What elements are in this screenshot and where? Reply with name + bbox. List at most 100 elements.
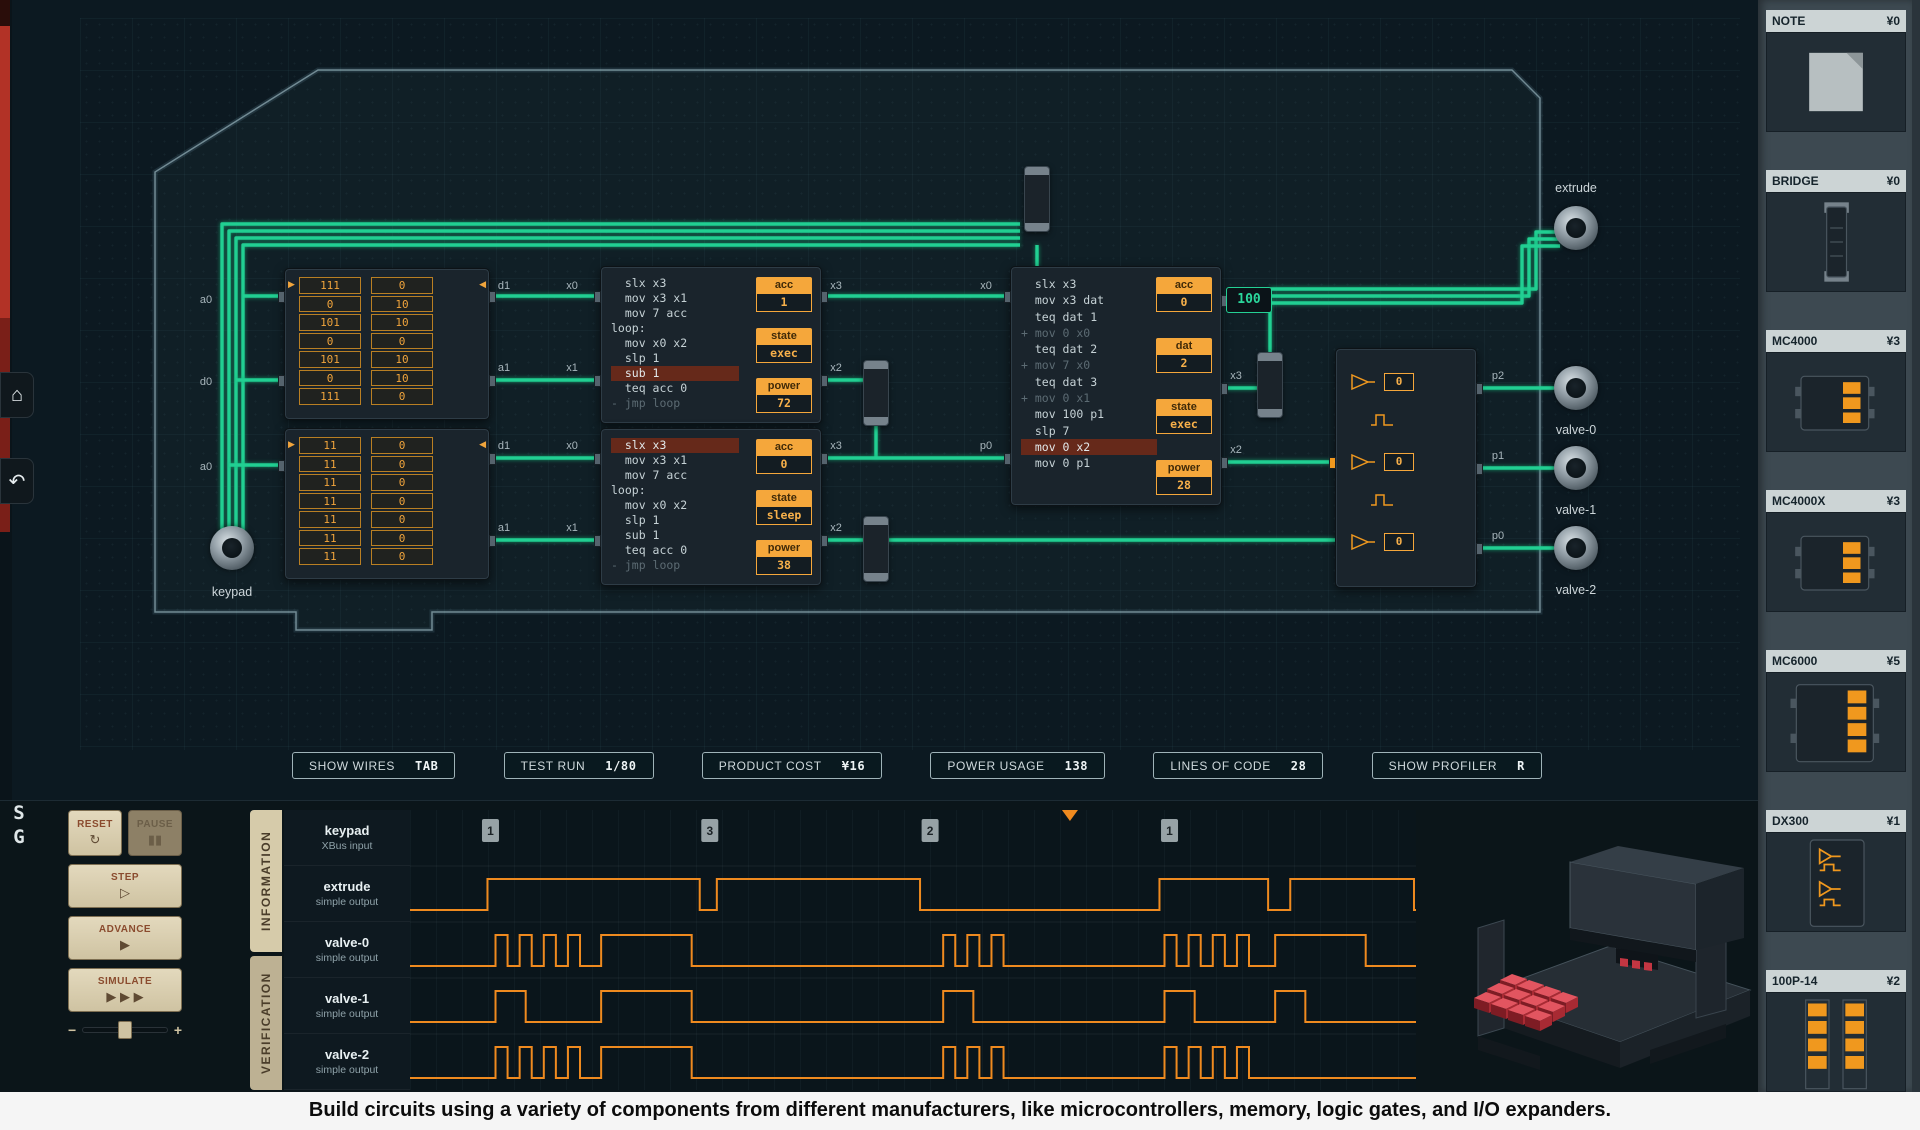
undo-button[interactable]: ↶ (0, 458, 34, 504)
memory-cell[interactable]: 101 (299, 351, 361, 368)
code-editor[interactable]: slx x3 mov x3 x1 mov 7 accloop: mov x0 x… (611, 438, 739, 573)
memory-cell[interactable]: 0 (371, 333, 433, 350)
home-button[interactable]: ⌂ (0, 372, 34, 418)
memory-cell[interactable]: 11 (299, 493, 361, 510)
memory-cell[interactable]: 11 (299, 456, 361, 473)
code-line[interactable]: - jmp loop (611, 558, 739, 573)
code-line[interactable]: mov 0 x2 (1021, 439, 1157, 455)
palette-item-mc4000[interactable]: MC4000¥3 (1766, 330, 1906, 452)
memory-cell[interactable]: 11 (299, 474, 361, 491)
palette-item-note[interactable]: NOTE¥0 (1766, 10, 1906, 132)
code-line[interactable]: slx x3 (611, 276, 739, 291)
memory-cell[interactable]: 111 (299, 388, 361, 405)
speed-slider[interactable]: − + (68, 1022, 182, 1038)
memory-cell[interactable]: 10 (371, 314, 433, 331)
code-editor[interactable]: slx x3 mov x3 dat teq dat 1+ mov 0 x0 te… (1021, 276, 1157, 472)
code-line[interactable]: mov 100 p1 (1021, 406, 1157, 422)
memory-cell[interactable]: 11 (299, 511, 361, 528)
code-line[interactable]: mov x0 x2 (611, 498, 739, 513)
code-line[interactable]: - jmp loop (611, 396, 739, 411)
code-line[interactable]: mov x0 x2 (611, 336, 739, 351)
mc4000-chip-top[interactable]: slx x3 mov x3 x1 mov 7 accloop: mov x0 x… (600, 266, 822, 424)
code-line[interactable]: loop: (611, 483, 739, 498)
palette-item-100p14[interactable]: 100P-14¥2 (1766, 970, 1906, 1092)
io-pad-valve-1[interactable] (1554, 446, 1598, 490)
memory-cell[interactable]: 0 (371, 530, 433, 547)
io-pad-valve-2[interactable] (1554, 526, 1598, 570)
code-line[interactable]: slx x3 (611, 438, 739, 453)
io-pad-valve-0[interactable] (1554, 366, 1598, 410)
code-line[interactable]: slp 7 (1021, 423, 1157, 439)
code-line[interactable]: + mov 7 x0 (1021, 357, 1157, 373)
io-pad-keypad[interactable] (210, 526, 254, 570)
advance-button[interactable]: ADVANCE ▶ (68, 916, 182, 960)
code-line[interactable]: + mov 0 x1 (1021, 390, 1157, 406)
status-pill-show-profiler[interactable]: SHOW PROFILERR (1372, 752, 1542, 779)
code-line[interactable]: teq acc 0 (611, 381, 739, 396)
status-pill-show-wires[interactable]: SHOW WIRESTAB (292, 752, 455, 779)
code-line[interactable]: slp 1 (611, 513, 739, 528)
code-line[interactable]: sub 1 (611, 366, 739, 381)
memory-cell[interactable]: 0 (371, 437, 433, 454)
memory-cell[interactable]: 0 (299, 333, 361, 350)
memory-cell[interactable]: 10 (371, 370, 433, 387)
code-line[interactable]: loop: (611, 321, 739, 336)
code-line[interactable]: teq acc 0 (611, 543, 739, 558)
code-line[interactable]: teq dat 2 (1021, 341, 1157, 357)
palette-item-bridge[interactable]: BRIDGE¥0 (1766, 170, 1906, 292)
code-line[interactable]: teq dat 1 (1021, 309, 1157, 325)
dx300-chip[interactable]: 0 0 0 (1335, 348, 1477, 588)
pause-button[interactable]: PAUSE ▮▮ (128, 810, 182, 856)
code-line[interactable]: mov 7 acc (611, 306, 739, 321)
memory-cell[interactable]: 0 (371, 474, 433, 491)
mc4000-chip-bottom[interactable]: slx x3 mov x3 x1 mov 7 accloop: mov x0 x… (600, 428, 822, 586)
memory-cell[interactable]: 10 (371, 351, 433, 368)
slider-track[interactable] (82, 1027, 168, 1033)
memory-cell[interactable]: 0 (371, 511, 433, 528)
code-editor[interactable]: slx x3 mov x3 x1 mov 7 accloop: mov x0 x… (611, 276, 739, 411)
code-line[interactable]: mov x3 x1 (611, 291, 739, 306)
slider-handle[interactable] (118, 1021, 132, 1039)
code-line[interactable]: slp 1 (611, 351, 739, 366)
step-button[interactable]: STEP ▷ (68, 864, 182, 908)
palette-item-dx300[interactable]: DX300¥1 (1766, 810, 1906, 932)
code-line[interactable]: + mov 0 x0 (1021, 325, 1157, 341)
memory-cell[interactable]: 0 (371, 277, 433, 294)
ram-chip-2[interactable]: ▶ ◀ 111111111111110000000 (284, 428, 490, 580)
memory-cell[interactable]: 11 (299, 530, 361, 547)
mc6000-chip[interactable]: slx x3 mov x3 dat teq dat 1+ mov 0 x0 te… (1010, 266, 1222, 506)
code-line[interactable]: teq dat 3 (1021, 374, 1157, 390)
tab-information[interactable]: INFORMATION (250, 810, 282, 952)
memory-cell[interactable]: 0 (371, 388, 433, 405)
ram-chip-1[interactable]: ▶ ◀ 11101010101011101010010100 (284, 268, 490, 420)
memory-cell[interactable]: 0 (371, 456, 433, 473)
simulate-button[interactable]: SIMULATE ▶ ▶ ▶ (68, 968, 182, 1012)
status-pill-test-run[interactable]: TEST RUN1/80 (504, 752, 654, 779)
memory-cell[interactable]: 0 (371, 493, 433, 510)
code-line[interactable]: slx x3 (1021, 276, 1157, 292)
palette-scroll-strip[interactable] (1912, 0, 1920, 1092)
status-pill-product-cost[interactable]: PRODUCT COST¥16 (702, 752, 882, 779)
io-pad-extrude[interactable] (1554, 206, 1598, 250)
time-cursor-icon[interactable] (1062, 810, 1078, 821)
bridge-component[interactable] (1024, 166, 1050, 232)
scope-plot[interactable]: 1321 (410, 810, 1416, 1090)
code-line[interactable]: mov x3 x1 (611, 453, 739, 468)
memory-cell[interactable]: 11 (299, 548, 361, 565)
memory-cell[interactable]: 0 (371, 548, 433, 565)
memory-cell[interactable]: 11 (299, 437, 361, 454)
palette-item-mc4000x[interactable]: MC4000X¥3 (1766, 490, 1906, 612)
memory-cell[interactable]: 10 (371, 296, 433, 313)
memory-cell[interactable]: 0 (299, 370, 361, 387)
code-line[interactable]: mov 7 acc (611, 468, 739, 483)
code-line[interactable]: sub 1 (611, 528, 739, 543)
memory-cell[interactable]: 0 (299, 296, 361, 313)
code-line[interactable]: mov 0 p1 (1021, 455, 1157, 471)
bridge-component[interactable] (1257, 352, 1283, 418)
slider-minus[interactable]: − (68, 1022, 76, 1038)
slider-plus[interactable]: + (174, 1022, 182, 1038)
palette-item-mc6000[interactable]: MC6000¥5 (1766, 650, 1906, 772)
tab-verification[interactable]: VERIFICATION (250, 956, 282, 1090)
bridge-component[interactable] (863, 360, 889, 426)
status-pill-power-usage[interactable]: POWER USAGE138 (930, 752, 1105, 779)
